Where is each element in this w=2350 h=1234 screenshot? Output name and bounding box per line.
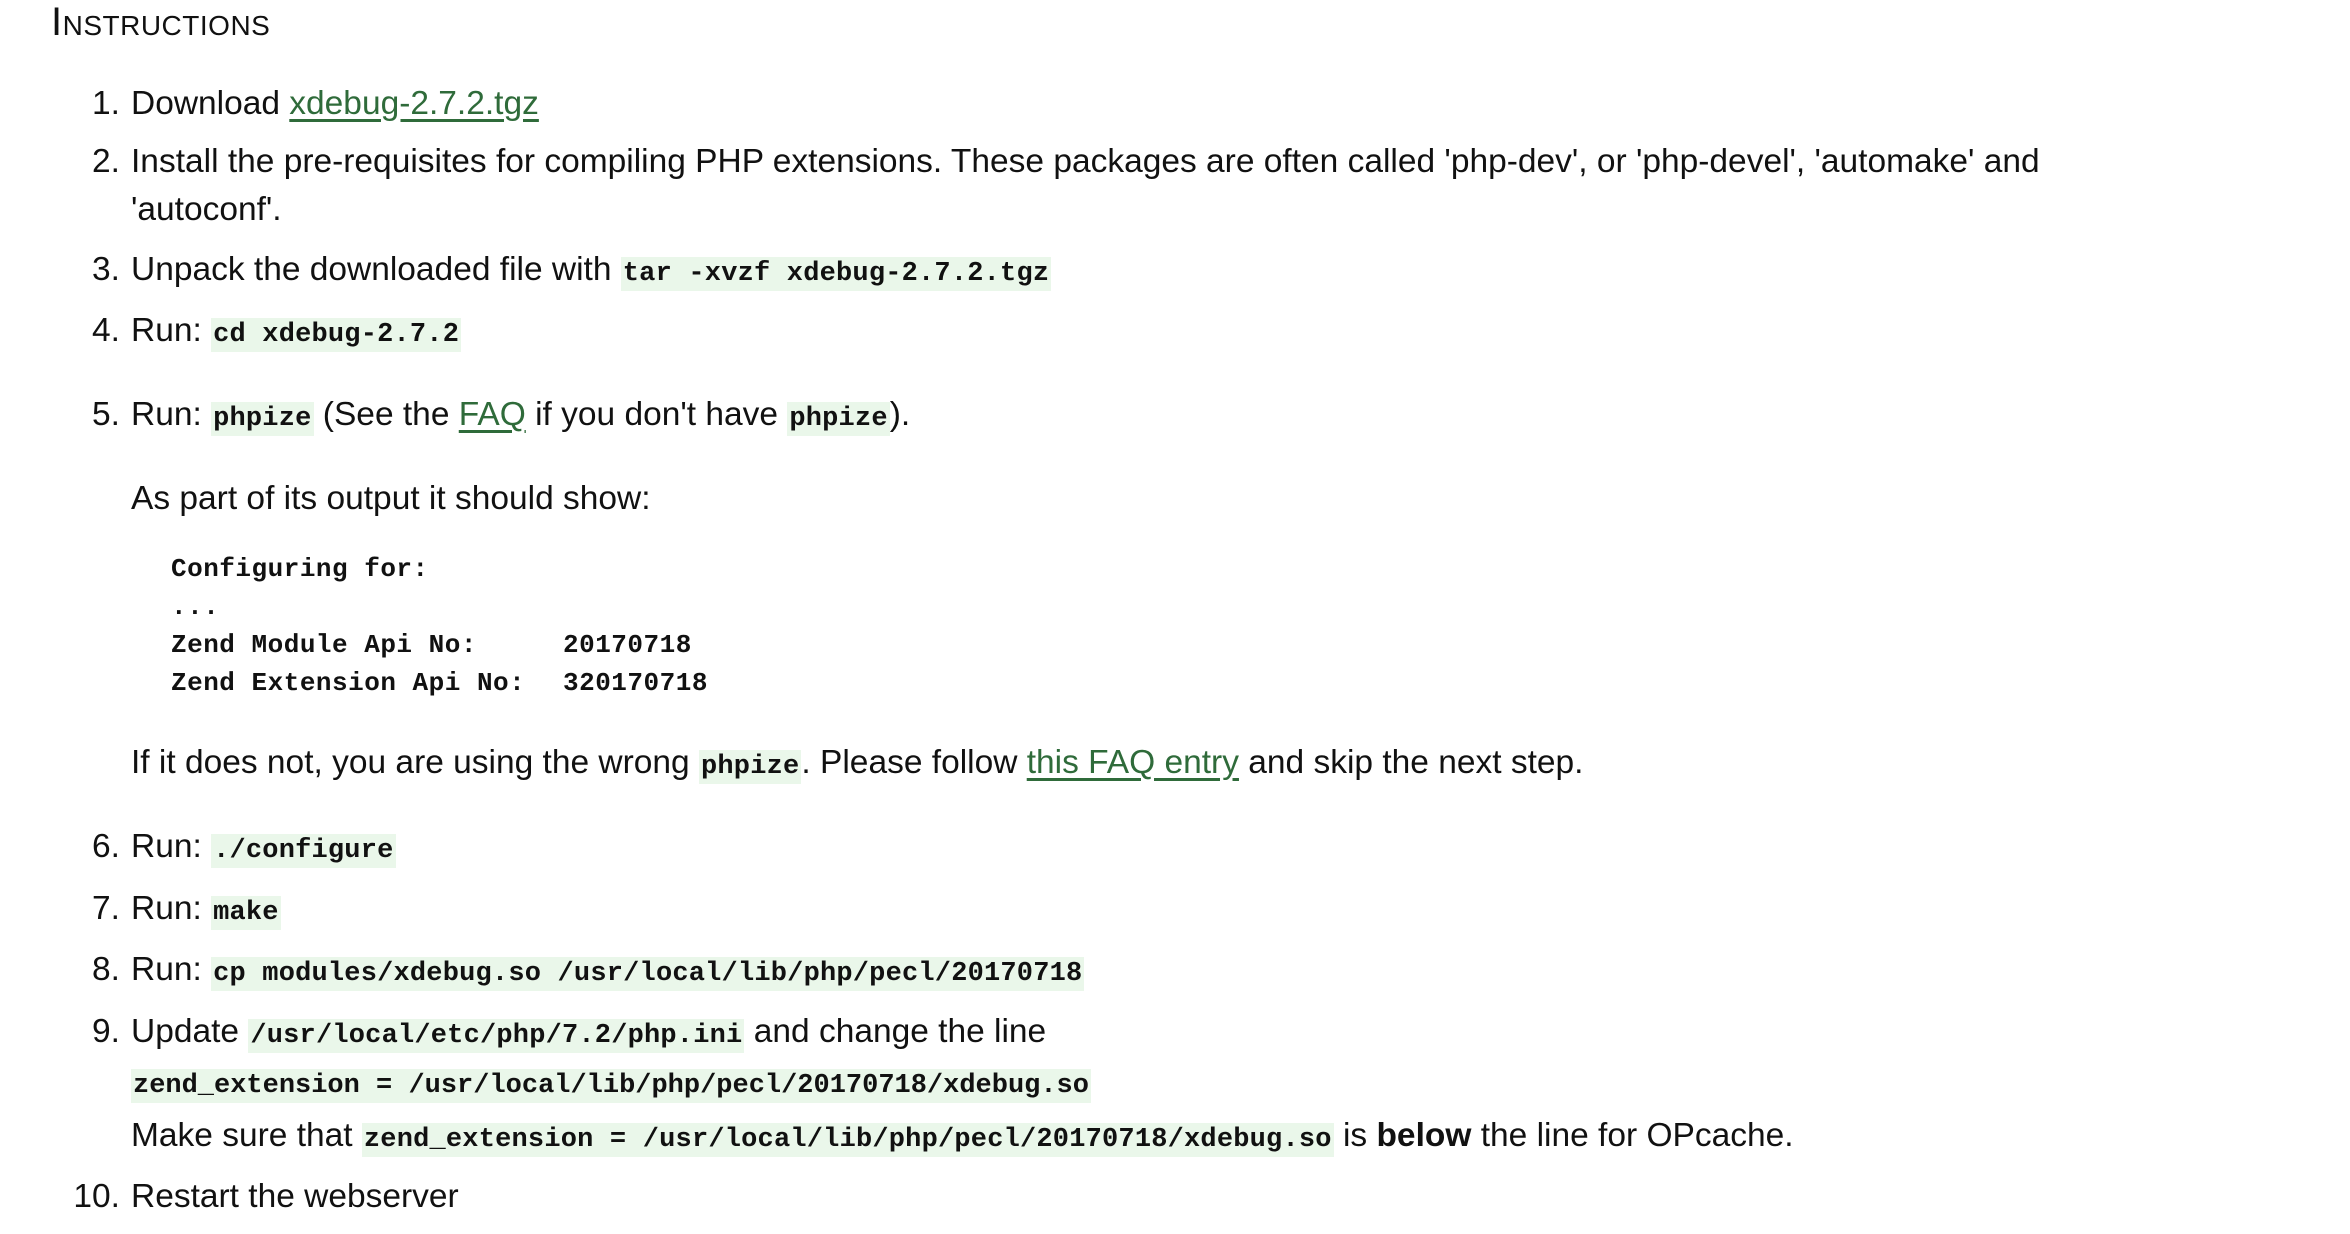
step-number: 9. (92, 1013, 120, 1050)
emphasis-text: below (1376, 1117, 1472, 1154)
step-text: (See the (313, 396, 459, 433)
step-text: Run: (131, 828, 212, 865)
phpize-notice: If it does not, you are using the wrong … (131, 739, 1584, 791)
output-intro: As part of its output it should show: (131, 480, 651, 517)
output-value: 20170718 (563, 630, 692, 660)
step-text: if you don't have (525, 396, 788, 433)
step-number: 5. (92, 396, 120, 433)
step-text: Restart the webserver (131, 1178, 459, 1215)
output-label: Zend Module Api No: (171, 630, 477, 660)
command-code: phpize (211, 402, 314, 436)
notice-text: . Please follow (801, 744, 1027, 781)
faq-entry-link[interactable]: this FAQ entry (1027, 744, 1239, 781)
page-title: Instructions (51, 0, 271, 44)
command-code: cd xdebug-2.7.2 (211, 318, 462, 352)
step-text: Update (131, 1013, 249, 1050)
config-line-code: zend_extension = /usr/local/lib/php/pecl… (361, 1123, 1334, 1157)
output-line: Zend Extension Api No: 320170718 (171, 664, 707, 702)
output-line: Configuring for: (171, 554, 429, 584)
step-text: and change the line (744, 1013, 1047, 1050)
step-2-continuation: 'autoconf'. (131, 191, 282, 228)
step-text: Unpack the downloaded file with (131, 251, 621, 288)
download-link[interactable]: xdebug-2.7.2.tgz (289, 85, 539, 122)
step-text: Run: (131, 951, 212, 988)
note-text: is (1333, 1117, 1377, 1154)
step-text: ). (889, 396, 911, 433)
step-text: Run: (131, 312, 212, 349)
step-text: Install the pre-requisites for compiling… (131, 143, 2040, 180)
instructions-page: Instructions 1. Download xdebug-2.7.2.tg… (0, 0, 2350, 1234)
output-value: 320170718 (563, 668, 708, 698)
step-number: 8. (92, 951, 120, 988)
config-line-code: zend_extension = /usr/local/lib/php/pecl… (131, 1069, 1091, 1103)
step-number: 1. (92, 85, 120, 122)
step-text: Run: (131, 890, 212, 927)
step-number: 3. (92, 251, 120, 288)
step-text: Run: (131, 396, 212, 433)
note-text: the line for OPcache. (1471, 1117, 1794, 1154)
config-path-code: /usr/local/etc/php/7.2/php.ini (248, 1019, 745, 1053)
step-number: 10. (73, 1178, 120, 1215)
opcache-note: Make sure that zend_extension = /usr/loc… (131, 1112, 1794, 1164)
command-code: ./configure (211, 834, 396, 868)
step-number: 2. (92, 143, 120, 180)
command-code: phpize (698, 750, 802, 784)
note-text: Make sure that (131, 1117, 362, 1154)
notice-text: If it does not, you are using the wrong (131, 744, 699, 781)
output-line: Zend Module Api No: 20170718 (171, 626, 691, 664)
step-number: 7. (92, 890, 120, 927)
command-code: tar -xvzf xdebug-2.7.2.tgz (620, 257, 1052, 291)
phpize-output-block: Configuring for:... Zend Module Api No: 20… (171, 550, 707, 702)
faq-link[interactable]: FAQ (459, 396, 526, 433)
command-code: make (211, 896, 281, 930)
step-number: 4. (92, 312, 120, 349)
output-line: ... (171, 592, 220, 622)
command-code: cp modules/xdebug.so /usr/local/lib/php/… (211, 957, 1085, 991)
command-code: phpize (787, 402, 890, 436)
step-number: 6. (92, 828, 120, 865)
notice-text: and skip the next step. (1238, 744, 1584, 781)
output-label: Zend Extension Api No: (171, 668, 526, 698)
step-text: Download (131, 85, 290, 122)
